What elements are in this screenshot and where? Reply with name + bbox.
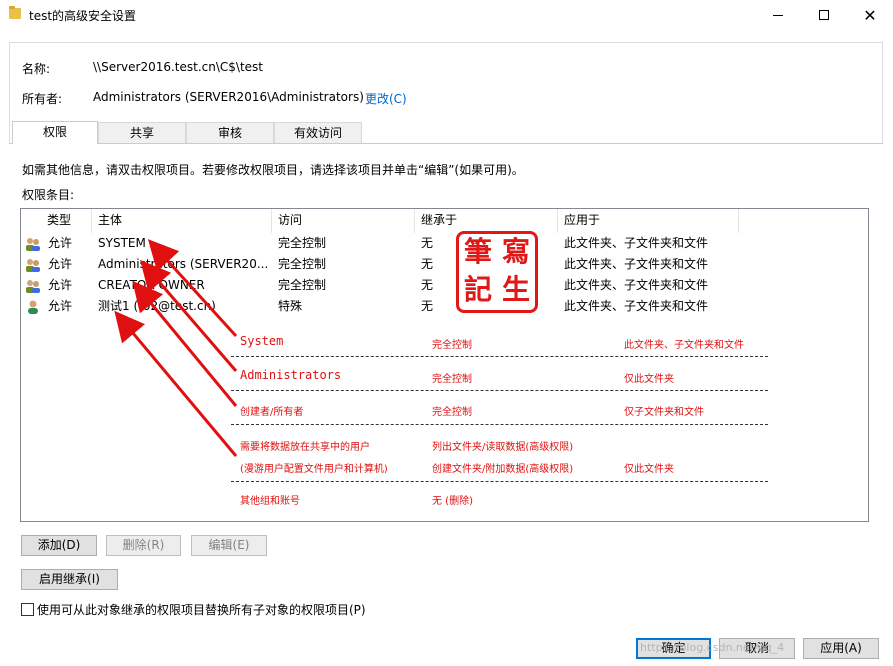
cell-inherited: 无 <box>421 278 434 292</box>
name-value: \\Server2016.test.cn\C$\test <box>93 60 263 74</box>
cell-access: 完全控制 <box>278 278 327 292</box>
content-border <box>9 42 883 43</box>
seal-stamp: 筆 寫 記 生 <box>456 231 538 313</box>
table-row[interactable]: 允许 CREATOR OWNER 完全控制 无 此文件夹、子文件夹和文件 <box>21 275 868 296</box>
tab-auditing[interactable]: 审核 <box>186 122 274 143</box>
cell-principal: Administrators (SERVER20... <box>98 257 269 271</box>
cell-access: 完全控制 <box>278 257 327 271</box>
maximize-icon <box>819 10 829 20</box>
tab-effective-access[interactable]: 有效访问 <box>274 122 362 143</box>
column-principal[interactable]: 主体 <box>92 209 272 233</box>
table-row[interactable]: 允许 SYSTEM 完全控制 无 此文件夹、子文件夹和文件 <box>21 233 868 254</box>
name-label: 名称: <box>22 62 51 76</box>
cell-inherited: 无 <box>421 236 434 250</box>
tab-permissions[interactable]: 权限 <box>12 121 98 144</box>
cell-inherited: 无 <box>421 257 434 271</box>
cell-applies: 此文件夹、子文件夹和文件 <box>564 236 709 250</box>
apply-button[interactable]: 应用(A) <box>803 638 879 659</box>
cell-principal: CREATOR OWNER <box>98 278 205 292</box>
watermark: https://blog.csdn.net/qq_4 <box>640 641 785 654</box>
group-icon <box>26 259 40 272</box>
maximize-button[interactable] <box>801 0 847 30</box>
title-bar: test的高级安全设置 ✕ <box>0 0 893 30</box>
change-owner-link[interactable]: 更改(C) <box>365 90 407 107</box>
add-button[interactable]: 添加(D) <box>21 535 97 556</box>
group-icon <box>26 238 40 251</box>
cell-type: 允许 <box>48 278 73 292</box>
owner-value: Administrators (SERVER2016\Administrator… <box>93 90 364 104</box>
cell-applies: 此文件夹、子文件夹和文件 <box>564 257 709 271</box>
entries-label: 权限条目: <box>22 188 75 202</box>
close-button[interactable]: ✕ <box>847 0 893 30</box>
list-header: 类型 主体 访问 继承于 应用于 <box>21 209 868 233</box>
remove-button[interactable]: 删除(R) <box>106 535 181 556</box>
cell-type: 允许 <box>48 236 73 250</box>
cell-applies: 此文件夹、子文件夹和文件 <box>564 278 709 292</box>
group-icon <box>26 280 40 293</box>
cell-type: 允许 <box>48 257 73 271</box>
cell-inherited: 无 <box>421 299 434 313</box>
column-applies-to[interactable]: 应用于 <box>558 209 739 233</box>
permission-entries-list[interactable]: 类型 主体 访问 继承于 应用于 允许 SYSTEM 完全控制 无 此文件夹、子… <box>20 208 869 522</box>
table-row[interactable]: 允许 测试1 (t02@test.cn) 特殊 无 此文件夹、子文件夹和文件 <box>21 296 868 317</box>
cell-principal: SYSTEM <box>98 236 146 250</box>
cell-access: 特殊 <box>278 299 303 313</box>
minimize-button[interactable] <box>755 0 801 30</box>
seal-char: 寫 <box>501 235 530 268</box>
hint-text: 如需其他信息，请双击权限项目。若要修改权限项目，请选择该项目并单击“编辑”(如果… <box>22 163 524 177</box>
cell-type: 允许 <box>48 299 73 313</box>
minimize-icon <box>773 14 783 16</box>
cell-applies: 此文件夹、子文件夹和文件 <box>564 299 709 313</box>
cell-access: 完全控制 <box>278 236 327 250</box>
seal-char: 記 <box>463 273 492 306</box>
user-icon <box>28 300 38 314</box>
table-row[interactable]: 允许 Administrators (SERVER20... 完全控制 无 此文… <box>21 254 868 275</box>
close-icon: ✕ <box>863 5 877 25</box>
seal-char: 筆 <box>463 235 492 268</box>
enable-inheritance-button[interactable]: 启用继承(I) <box>21 569 118 590</box>
tab-share[interactable]: 共享 <box>98 122 186 143</box>
column-access[interactable]: 访问 <box>272 209 415 233</box>
window-title: test的高级安全设置 <box>29 9 137 23</box>
owner-label: 所有者: <box>22 92 63 106</box>
folder-icon <box>9 6 21 19</box>
edit-button[interactable]: 编辑(E) <box>191 535 267 556</box>
replace-child-permissions-checkbox[interactable] <box>21 603 34 616</box>
seal-char: 生 <box>501 273 530 306</box>
replace-child-permissions-label[interactable]: 使用可从此对象继承的权限项目替换所有子对象的权限项目(P) <box>37 601 366 618</box>
column-type[interactable]: 类型 <box>41 209 92 233</box>
column-inherited-from[interactable]: 继承于 <box>415 209 558 233</box>
cell-principal: 测试1 (t02@test.cn) <box>98 299 216 313</box>
